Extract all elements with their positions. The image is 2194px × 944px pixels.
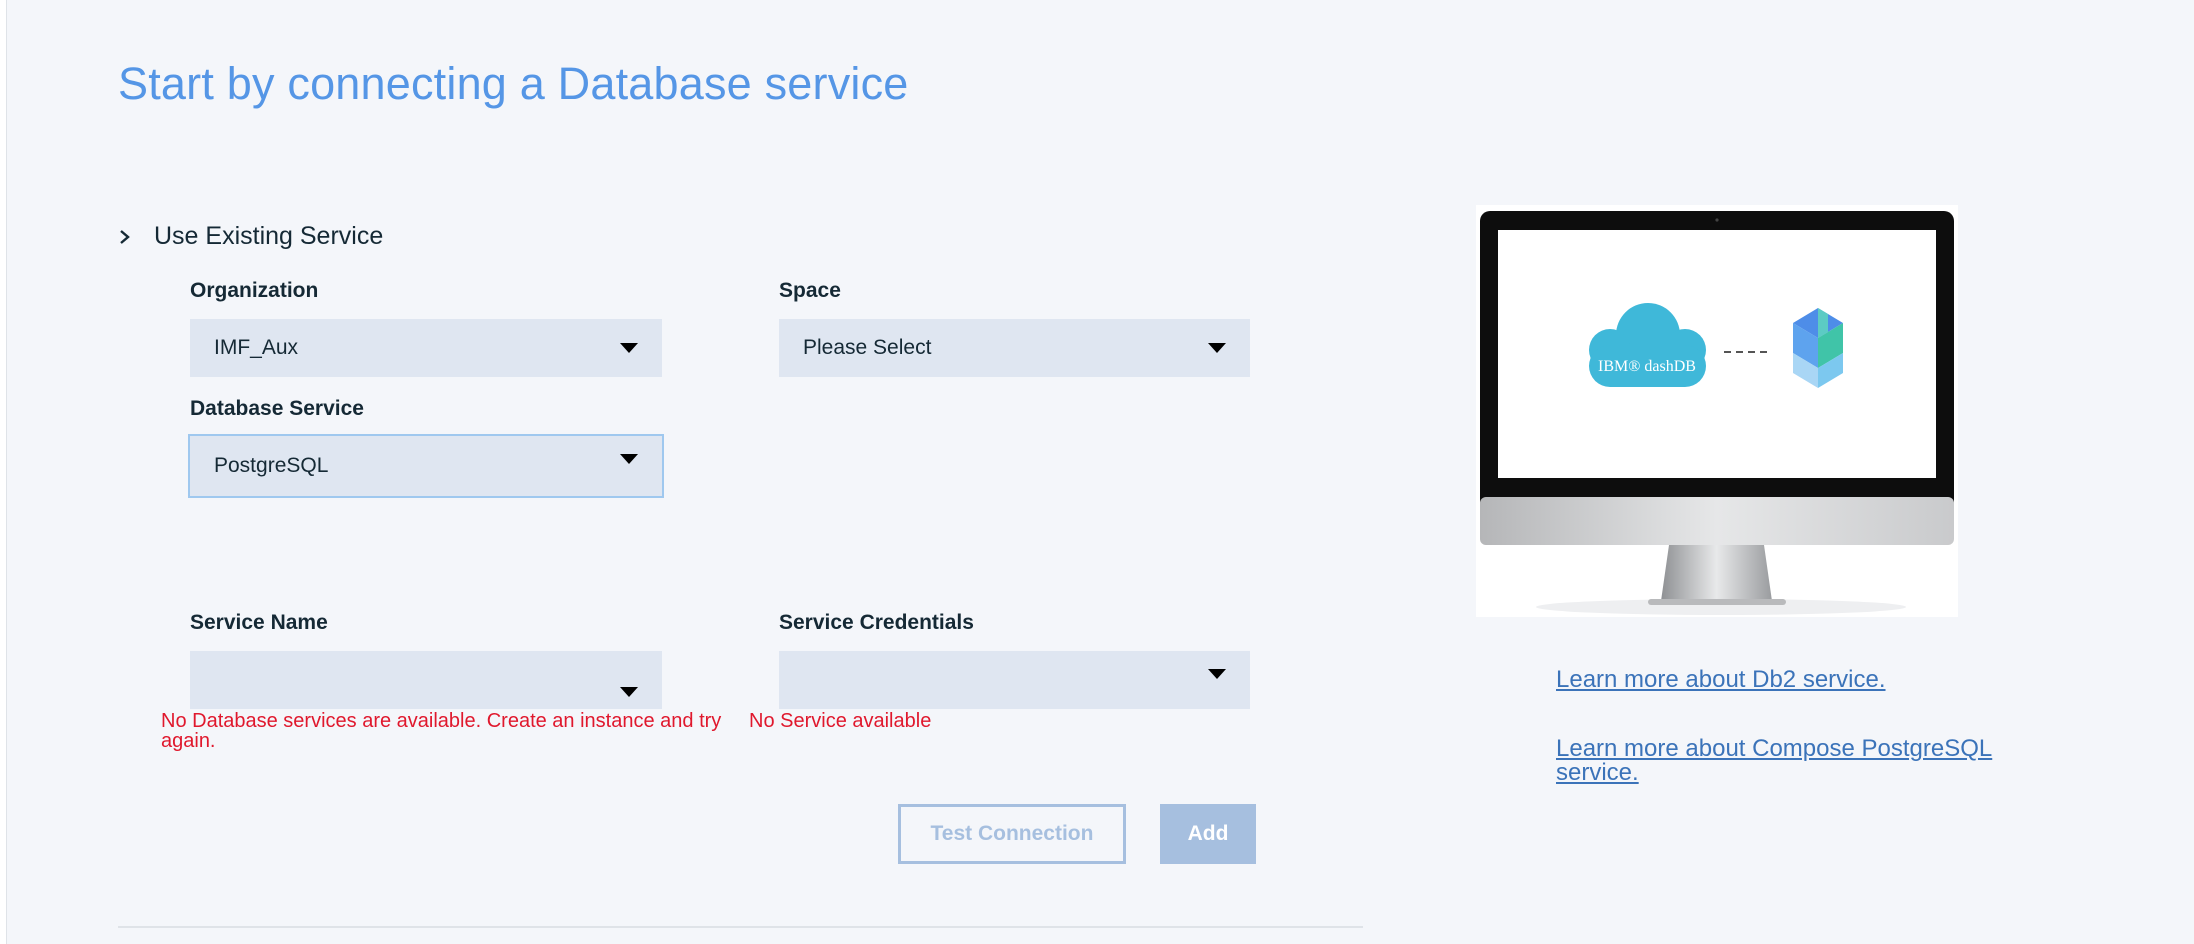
test-connection-button[interactable]: Test Connection (898, 804, 1126, 864)
use-existing-service-label: Use Existing Service (154, 222, 384, 250)
service-name-label: Service Name (190, 611, 328, 634)
learn-more-db2-link[interactable]: Learn more about Db2 service. (1556, 667, 1886, 692)
organization-label: Organization (190, 279, 319, 302)
database-service-value: PostgreSQL (214, 454, 329, 477)
service-credentials-label: Service Credentials (779, 611, 974, 634)
add-button[interactable]: Add (1160, 804, 1256, 864)
caret-down-icon (620, 454, 638, 464)
page-title: Start by connecting a Database service (118, 58, 909, 109)
caret-down-icon (1208, 669, 1226, 679)
organization-select[interactable]: IMF_Aux (190, 319, 662, 377)
space-label: Space (779, 279, 841, 302)
database-service-select[interactable]: PostgreSQL (188, 434, 664, 498)
caret-down-icon (1208, 343, 1226, 353)
service-name-error-line2: again. (161, 730, 216, 752)
monitor-illustration: IBM® dashDB (1476, 205, 1958, 617)
monitor-icon: IBM® dashDB (1480, 211, 1954, 615)
left-border (0, 0, 7, 944)
caret-down-icon (620, 343, 638, 353)
space-select[interactable]: Please Select (779, 319, 1250, 377)
illustration-brand-text: IBM® dashDB (1598, 358, 1696, 375)
organization-value: IMF_Aux (214, 336, 299, 359)
use-existing-service-toggle[interactable]: Use Existing Service (118, 222, 383, 251)
service-credentials-error: No Service available (749, 710, 932, 732)
database-service-label: Database Service (190, 397, 364, 420)
section-divider (118, 926, 1363, 928)
chevron-right-icon (120, 229, 130, 244)
service-name-select[interactable] (190, 651, 662, 709)
learn-more-postgres-link-line2[interactable]: service. (1556, 760, 1639, 785)
service-name-error-line1: No Database services are available. Crea… (161, 710, 722, 732)
learn-more-postgres-link-line1[interactable]: Learn more about Compose PostgreSQL (1556, 736, 1992, 761)
service-credentials-select[interactable] (779, 651, 1250, 709)
space-value: Please Select (803, 336, 932, 359)
caret-down-icon (620, 687, 638, 697)
